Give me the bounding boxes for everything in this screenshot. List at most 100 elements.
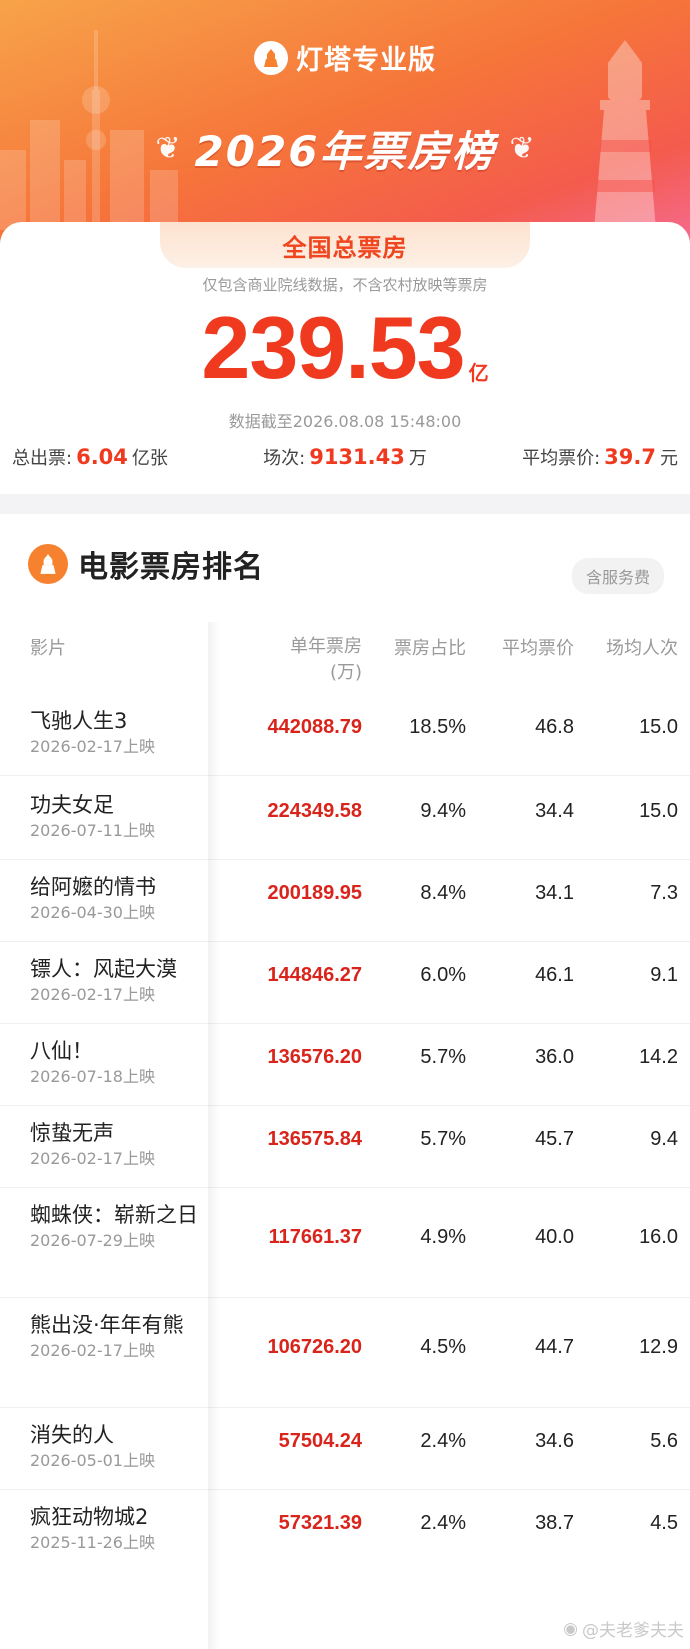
avg-price-value: 46.1: [535, 964, 574, 986]
film-name[interactable]: 飞驰人生3: [30, 706, 210, 736]
table-row[interactable]: 疯狂动物城2 2025-11-26上映 57321.39 2.4% 38.7 4.5: [0, 1490, 690, 1570]
gross-value: 144846.27: [267, 964, 362, 986]
avg-price-value: 34.4: [535, 800, 574, 822]
release-date: 2026-05-01上映: [30, 1451, 155, 1470]
lighthouse-logo-icon: [254, 40, 288, 75]
avg-price-value: 34.1: [535, 882, 574, 904]
box-office-page: 灯塔专业版 ❦ 2026年票房榜 ❦ 全国总票房 仅包含商业院线数据，不含农村放…: [0, 0, 690, 1649]
movie-ranking-card: 电影票房排名 含服务费 影片 单年票房 (万) 票房占比 平均票价 场均人次 飞…: [0, 514, 690, 1649]
table-row[interactable]: 给阿嬷的情书 2026-04-30上映 200189.95 8.4% 34.1 7.3: [0, 860, 690, 942]
column-header-avg-audience[interactable]: 场均人次: [594, 634, 678, 660]
stat-unit: 亿张: [131, 448, 168, 469]
table-row[interactable]: 熊出没·年年有熊 2026-02-17上映 106726.20 4.5% 44.7 12.…: [0, 1298, 690, 1408]
gross-value: 224349.58: [267, 800, 362, 822]
column-header-gross[interactable]: 单年票房 (万): [262, 634, 362, 686]
avg-audience-value: 4.5: [650, 1512, 678, 1534]
avg-audience-value: 12.9: [639, 1336, 678, 1358]
watermark: ◉ @夫老爹夫夫: [563, 1616, 684, 1642]
table-row[interactable]: 镖人：风起大漠 2026-02-17上映 144846.27 6.0% 46.1 9.1: [0, 942, 690, 1024]
avg-audience-value: 9.1: [650, 964, 678, 986]
column-header-avg-price[interactable]: 平均票价: [486, 634, 574, 660]
film-name[interactable]: 蜘蛛侠：崭新之日: [30, 1200, 210, 1230]
avg-price-value: 45.7: [535, 1128, 574, 1150]
share-value: 9.4%: [420, 800, 466, 822]
board-title-row: ❦ 2026年票房榜 ❦: [0, 118, 690, 179]
avg-audience-value: 16.0: [639, 1226, 678, 1248]
avg-audience-value: 9.4: [650, 1128, 678, 1150]
film-name[interactable]: 给阿嬷的情书: [30, 872, 210, 902]
share-value: 2.4%: [420, 1430, 466, 1452]
film-cell: 熊出没·年年有熊 2026-02-17上映: [30, 1310, 210, 1362]
film-name[interactable]: 消失的人: [30, 1420, 210, 1450]
stat-unit: 元: [659, 448, 678, 469]
column-header-share[interactable]: 票房占比: [382, 634, 466, 660]
table-row[interactable]: 飞驰人生3 2026-02-17上映 442088.79 18.5% 46.8 15.0: [0, 694, 690, 776]
laurel-right-icon: ❦: [509, 131, 535, 166]
avg-audience-value: 5.6: [650, 1430, 678, 1452]
stat-avg-price: 平均票价: 39.7 元: [522, 444, 678, 470]
release-date: 2026-02-17上映: [30, 1341, 155, 1360]
ranking-header: 电影票房排名: [28, 542, 264, 586]
data-as-of: 数据截至2026.08.08 15:48:00: [228, 412, 462, 431]
table-row[interactable]: 蜘蛛侠：崭新之日 2026-07-29上映 117661.37 4.9% 40.0 16.…: [0, 1188, 690, 1298]
avg-audience-value: 15.0: [639, 716, 678, 738]
film-cell: 八仙！ 2026-07-18上映: [30, 1036, 210, 1088]
film-name[interactable]: 熊出没·年年有熊: [30, 1310, 210, 1340]
gross-value: 57321.39: [278, 1512, 362, 1534]
gross-value: 117661.37: [268, 1226, 362, 1248]
share-value: 4.9%: [420, 1226, 466, 1248]
film-cell: 惊蛰无声 2026-02-17上映: [30, 1118, 210, 1170]
service-fee-toggle[interactable]: 含服务费: [571, 558, 664, 594]
avg-price-value: 34.6: [535, 1430, 574, 1452]
stat-label: 场次:: [263, 448, 306, 469]
avg-price-value: 46.8: [535, 716, 574, 738]
ranking-title: 电影票房排名: [78, 550, 264, 585]
stat-value: 9131.43: [309, 445, 405, 469]
lighthouse-logo-icon: [28, 544, 68, 584]
stat-value: 6.04: [76, 445, 128, 469]
release-date: 2026-02-17上映: [30, 1149, 155, 1168]
laurel-left-icon: ❦: [155, 131, 181, 166]
column-header-film[interactable]: 影片: [30, 634, 66, 660]
film-name[interactable]: 八仙！: [30, 1036, 210, 1066]
stat-screenings: 场次: 9131.43 万: [263, 444, 427, 470]
gross-value: 57504.24: [278, 1430, 362, 1452]
table-header: 影片 单年票房 (万) 票房占比 平均票价 场均人次: [0, 614, 690, 694]
column-header-gross-unit: (万): [329, 662, 362, 683]
film-name[interactable]: 疯狂动物城2: [30, 1502, 210, 1532]
table-row[interactable]: 惊蛰无声 2026-02-17上映 136575.84 5.7% 45.7 9.4: [0, 1106, 690, 1188]
film-name[interactable]: 功夫女足: [30, 790, 210, 820]
film-cell: 给阿嬷的情书 2026-04-30上映: [30, 872, 210, 924]
avg-price-value: 36.0: [535, 1046, 574, 1068]
stat-tickets: 总出票: 6.04 亿张: [12, 444, 168, 470]
stat-label: 总出票:: [12, 448, 73, 469]
national-summary-card: 全国总票房 仅包含商业院线数据，不含农村放映等票房 239.53 亿 数据截至2…: [0, 222, 690, 494]
gross-value: 106726.20: [267, 1336, 362, 1358]
release-date: 2026-07-18上映: [30, 1067, 155, 1086]
total-gross-value: 239.53: [201, 298, 465, 397]
release-date: 2026-04-30上映: [30, 903, 155, 922]
share-value: 5.7%: [420, 1046, 466, 1068]
summary-note: 仅包含商业院线数据，不含农村放映等票房: [202, 276, 488, 294]
film-name[interactable]: 镖人：风起大漠: [30, 954, 210, 984]
avg-audience-value: 15.0: [639, 800, 678, 822]
table-row[interactable]: 功夫女足 2026-07-11上映 224349.58 9.4% 34.4 15.0: [0, 778, 690, 860]
weibo-icon: ◉: [563, 1618, 578, 1639]
table-row[interactable]: 消失的人 2026-05-01上映 57504.24 2.4% 34.6 5.6: [0, 1408, 690, 1490]
total-gross-unit: 亿: [468, 361, 489, 385]
avg-audience-value: 14.2: [639, 1046, 678, 1068]
share-value: 4.5%: [420, 1336, 466, 1358]
avg-audience-value: 7.3: [650, 882, 678, 904]
table-row[interactable]: 八仙！ 2026-07-18上映 136576.20 5.7% 36.0 14.2: [0, 1024, 690, 1106]
release-date: 2026-07-11上映: [30, 821, 155, 840]
film-cell: 镖人：风起大漠 2026-02-17上映: [30, 954, 210, 1006]
summary-stats: 总出票: 6.04 亿张 场次: 9131.43 万 平均票价: 39.7 元: [12, 444, 678, 470]
share-value: 6.0%: [420, 964, 466, 986]
film-name[interactable]: 惊蛰无声: [30, 1118, 210, 1148]
release-date: 2025-11-26上映: [30, 1533, 155, 1552]
brand-header: 灯塔专业版: [0, 38, 690, 77]
avg-price-value: 38.7: [535, 1512, 574, 1534]
share-value: 8.4%: [420, 882, 466, 904]
release-date: 2026-07-29上映: [30, 1231, 155, 1250]
total-gross: 239.53 亿: [0, 304, 690, 392]
